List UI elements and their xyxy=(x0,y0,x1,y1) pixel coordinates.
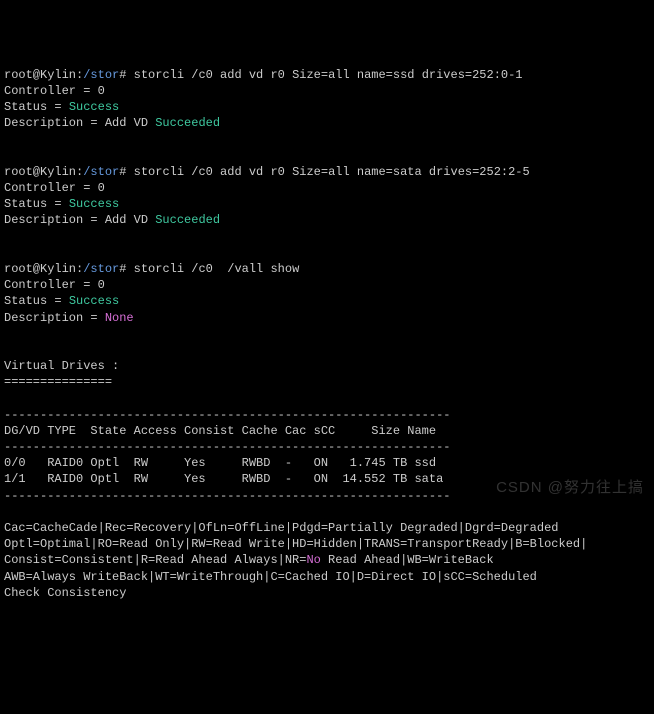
vd-underline: =============== xyxy=(4,375,112,389)
status-value: Success xyxy=(69,294,119,308)
legend-line: Read Ahead|WB=WriteBack xyxy=(321,553,494,567)
controller-line: Controller = 0 xyxy=(4,84,105,98)
cmd-text: storcli /c0 add vd r0 Size=all name=ssd … xyxy=(134,68,523,82)
desc-value: Succeeded xyxy=(155,213,220,227)
desc-label: Description = Add VD xyxy=(4,213,155,227)
legend-line: Optl=Optimal|RO=Read Only|RW=Read Write|… xyxy=(4,537,587,551)
cmd-text: storcli /c0 /vall show xyxy=(134,262,300,276)
table-sep: ----------------------------------------… xyxy=(4,408,450,422)
legend-no: No xyxy=(306,553,320,567)
desc-value: Succeeded xyxy=(155,116,220,130)
table-row: 1/1 RAID0 Optl RW Yes RWBD - ON 14.552 T… xyxy=(4,472,443,486)
prompt-path: /stor xyxy=(83,68,119,82)
legend-line: Check Consistency xyxy=(4,586,126,600)
watermark: CSDN @努力往上搞 xyxy=(496,478,644,498)
status-label: Status = xyxy=(4,100,69,114)
prompt-end: # xyxy=(119,68,133,82)
table-sep: ----------------------------------------… xyxy=(4,489,450,503)
status-label: Status = xyxy=(4,197,69,211)
status-label: Status = xyxy=(4,294,69,308)
terminal[interactable]: root@Kylin:/stor# storcli /c0 add vd r0 … xyxy=(4,67,650,601)
prompt-end: # xyxy=(119,262,133,276)
prompt-user: root@Kylin xyxy=(4,68,76,82)
desc-label: Description = Add VD xyxy=(4,116,155,130)
legend-line: Cac=CacheCade|Rec=Recovery|OfLn=OffLine|… xyxy=(4,521,559,535)
vd-title: Virtual Drives : xyxy=(4,359,119,373)
table-header: DG/VD TYPE State Access Consist Cache Ca… xyxy=(4,424,436,438)
prompt-end: # xyxy=(119,165,133,179)
prompt-user: root@Kylin xyxy=(4,262,76,276)
table-row: 0/0 RAID0 Optl RW Yes RWBD - ON 1.745 TB… xyxy=(4,456,436,470)
prompt-user: root@Kylin xyxy=(4,165,76,179)
controller-line: Controller = 0 xyxy=(4,278,105,292)
status-value: Success xyxy=(69,197,119,211)
status-value: Success xyxy=(69,100,119,114)
prompt-path: /stor xyxy=(83,262,119,276)
desc-label: Description = xyxy=(4,311,105,325)
legend-line: AWB=Always WriteBack|WT=WriteThrough|C=C… xyxy=(4,570,537,584)
table-sep: ----------------------------------------… xyxy=(4,440,450,454)
controller-line: Controller = 0 xyxy=(4,181,105,195)
prompt-path: /stor xyxy=(83,165,119,179)
cmd-text: storcli /c0 add vd r0 Size=all name=sata… xyxy=(134,165,530,179)
desc-value: None xyxy=(105,311,134,325)
legend-line: Consist=Consistent|R=Read Ahead Always|N… xyxy=(4,553,306,567)
